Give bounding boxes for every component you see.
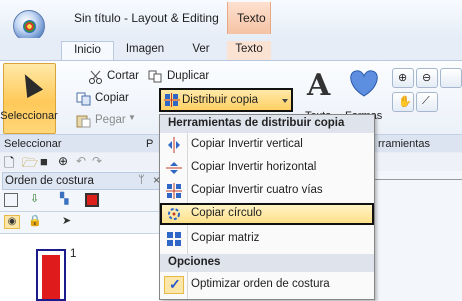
zoom-fit-icon[interactable]	[440, 68, 462, 88]
menu-item-optimizar-orden[interactable]: ✓ Optimizar orden de costura	[160, 274, 374, 296]
stitch-number: 1	[70, 248, 77, 260]
color-sort-icon[interactable]: ▚	[60, 192, 68, 205]
view-mode-icon[interactable]	[4, 193, 18, 207]
redo-icon[interactable]: ↷	[92, 154, 102, 168]
chevron-down-icon	[282, 99, 288, 103]
stitch-frame-thumbnail[interactable]	[36, 249, 66, 301]
pointer-arrow-icon	[16, 70, 44, 98]
paste-icon	[76, 115, 91, 128]
tab-ver[interactable]: Ver	[177, 41, 225, 60]
menu-header-herramientas: Herramientas de distribuir copia	[160, 115, 374, 133]
distribuir-copia-label: Distribuir copia	[182, 94, 259, 106]
tab-texto[interactable]: Texto	[227, 41, 271, 60]
sort-icon[interactable]: ⇩	[30, 192, 39, 205]
preview-icon[interactable]: ⊕	[58, 154, 68, 168]
copy-icon	[76, 92, 91, 106]
panel-toolbar-2: ◉ 🔒 ➤	[0, 212, 168, 234]
panel-toolbar-1: ⇩ ▚	[0, 190, 168, 212]
distribuir-copia-menu: Herramientas de distribuir copia Copiar …	[159, 114, 375, 300]
group-label-herramientas: rramientas	[378, 138, 430, 150]
heart-shape-icon[interactable]	[346, 68, 382, 98]
seleccionar-label: Seleccionar	[0, 110, 58, 122]
group-label-seleccionar: Seleccionar	[4, 138, 62, 150]
duplicate-icon	[148, 70, 162, 83]
mirror-four-way-icon	[166, 183, 182, 199]
distribute-copy-icon	[164, 93, 180, 107]
checkmark-icon: ✓	[164, 276, 184, 294]
text-tool-icon[interactable]: A	[307, 68, 330, 103]
eye-icon[interactable]: ◉	[4, 215, 20, 229]
zoom-out-icon[interactable]: ⊖	[416, 68, 438, 88]
tab-inicio[interactable]: Inicio	[61, 41, 114, 60]
menu-item-label: Copiar círculo	[191, 207, 262, 219]
context-tab-title: Texto	[237, 11, 266, 25]
undo-icon[interactable]: ↶	[76, 154, 86, 168]
zoom-in-icon[interactable]: ⊕	[392, 68, 414, 88]
menu-item-copiar-invertir-cuatro-vias[interactable]: Copiar Invertir cuatro vías	[160, 180, 374, 202]
scissors-icon	[89, 70, 102, 84]
window-title: Sin título - Layout & Editing	[74, 11, 219, 25]
duplicar-label: Duplicar	[167, 70, 210, 82]
menu-item-copiar-matriz[interactable]: Copiar matriz	[160, 228, 374, 250]
tab-imagen[interactable]: Imagen	[116, 41, 174, 60]
group-label-portapapeles: P	[146, 138, 154, 150]
lock-icon[interactable]: 🔒	[28, 214, 42, 227]
measure-icon[interactable]: ⟋	[416, 92, 438, 112]
menu-item-label: Optimizar orden de costura	[191, 278, 330, 290]
pointer-icon[interactable]: ➤	[62, 214, 71, 227]
circle-copy-icon	[168, 208, 180, 220]
pegar-label: Pegar	[95, 114, 126, 126]
distribuir-copia-button[interactable]: Distribuir copia	[159, 88, 293, 112]
menu-item-copiar-circulo[interactable]: Copiar círculo	[160, 203, 374, 225]
menu-item-label: Copiar Invertir vertical	[191, 138, 303, 150]
panel-title-bar: Orden de costura ᛘ ×	[2, 172, 168, 190]
pegar-dropdown-icon[interactable]: ▼	[128, 113, 136, 122]
app-logo-icon	[23, 20, 36, 33]
menu-item-label: Copiar Invertir horizontal	[191, 161, 317, 173]
letter-thumbnail-icon	[42, 255, 60, 299]
matrix-copy-icon	[167, 232, 181, 246]
panel-title: Orden de costura	[5, 175, 94, 187]
mirror-horizontal-icon	[166, 162, 182, 174]
cortar-label: Cortar	[107, 70, 139, 82]
context-tab-header: Texto	[227, 2, 271, 34]
mirror-vertical-icon	[168, 137, 180, 153]
save-icon[interactable]: ■	[40, 154, 48, 169]
thread-color-icon[interactable]	[85, 193, 99, 207]
menu-header-opciones: Opciones	[160, 254, 374, 272]
menu-item-label: Copiar Invertir cuatro vías	[191, 184, 323, 196]
zoom-tools: ⊕ ⊖ ✋ ⟋	[392, 68, 462, 128]
copiar-label: Copiar	[95, 92, 129, 104]
menu-item-copiar-invertir-vertical[interactable]: Copiar Invertir vertical	[160, 134, 374, 156]
stitch-canvas[interactable]	[0, 234, 168, 301]
menu-item-label: Copiar matriz	[191, 232, 260, 244]
hand-pan-icon[interactable]: ✋	[392, 92, 414, 112]
menu-item-copiar-invertir-horizontal[interactable]: Copiar Invertir horizontal	[160, 157, 374, 179]
seleccionar-button[interactable]	[3, 63, 56, 134]
pin-icon[interactable]: ᛘ	[138, 174, 145, 186]
